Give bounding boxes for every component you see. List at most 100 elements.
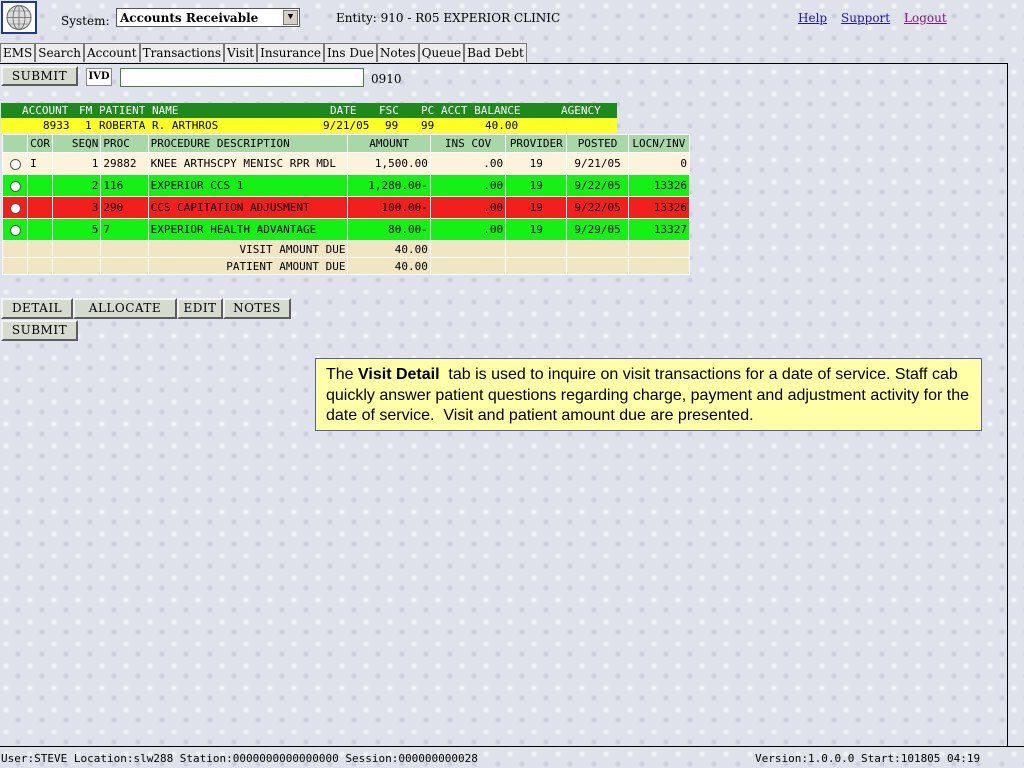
summary-label: VISIT AMOUNT DUE xyxy=(147,240,349,258)
cell-seqn: 5 xyxy=(52,218,102,241)
transactions-table: COR SEQN PROC PROCEDURE DESCRIPTION AMOU… xyxy=(1,134,691,275)
col-procedure-description: PROCEDURE DESCRIPTION xyxy=(147,134,349,153)
edit-button[interactable]: EDIT xyxy=(177,298,223,319)
note-prefix: The xyxy=(326,366,359,383)
patient-name: ROBERTA R. ARTHROS xyxy=(99,119,219,132)
transaction-row[interactable]: 2 116 EXPERIOR CCS 1 1,280.00- .00 19 9/… xyxy=(1,174,691,197)
tab-insurance[interactable]: Insurance xyxy=(257,43,324,62)
cell-locn: 13326 xyxy=(627,196,691,219)
row-select-radio[interactable] xyxy=(9,180,21,192)
transaction-row[interactable]: I 1 29882 KNEE ARTHSCPY MENISC RPR MDL 1… xyxy=(1,152,691,175)
header-date: DATE xyxy=(330,104,357,117)
cell-provider: 19 xyxy=(505,218,568,241)
cell-cor: I xyxy=(27,152,54,175)
cell-amount: 1,500.00 xyxy=(347,152,431,175)
cell-ins-cov: .00 xyxy=(429,218,507,241)
system-select[interactable]: Accounts Receivable ▼ xyxy=(116,8,300,27)
header-fsc: FSC xyxy=(379,104,399,117)
cell-desc: EXPERIOR HEALTH ADVANTAGE xyxy=(147,218,349,241)
tab-search[interactable]: Search xyxy=(35,43,84,62)
tab-bad-debt[interactable]: Bad Debt xyxy=(464,43,527,62)
tab-account[interactable]: Account xyxy=(83,43,140,62)
cell-posted: 9/22/05 xyxy=(566,196,629,219)
submit-button[interactable]: SUBMIT xyxy=(1,66,78,86)
cell-posted: 9/21/05 xyxy=(566,152,629,175)
cell-cor xyxy=(27,196,54,219)
logout-link[interactable]: Logout xyxy=(904,11,947,25)
tab-ems[interactable]: EMS xyxy=(0,43,36,62)
tab-ins-due[interactable]: Ins Due xyxy=(323,43,377,62)
cell-seqn: 1 xyxy=(52,152,102,175)
col-posted: POSTED xyxy=(566,134,629,153)
cell-proc: 116 xyxy=(100,174,149,197)
cell-amount: 100.00- xyxy=(347,196,431,219)
account-fsc: 99 xyxy=(385,119,399,132)
cell-locn: 13327 xyxy=(627,218,691,241)
detail-button[interactable]: DETAIL xyxy=(1,298,73,319)
allocate-button[interactable]: ALLOCATE xyxy=(73,298,177,319)
dropdown-arrow-icon[interactable]: ▼ xyxy=(283,10,298,25)
account-data-row[interactable]: 8933 1 ROBERTA R. ARTHROS 9/21/05 99 99 … xyxy=(1,118,617,133)
cell-proc: 29882 xyxy=(100,152,149,175)
entity-code-label: 0910 xyxy=(371,72,402,86)
header-pc: PC xyxy=(421,104,435,117)
status-session-info: User:STEVE Location:slw288 Station:00000… xyxy=(1,752,478,765)
row-select-radio[interactable] xyxy=(9,224,21,236)
tab-notes[interactable]: Notes xyxy=(376,43,419,62)
support-link[interactable]: Support xyxy=(841,11,890,25)
globe-logo-icon xyxy=(1,1,37,34)
col-amount: AMOUNT xyxy=(347,134,431,153)
cell-cor xyxy=(27,218,54,241)
transaction-row[interactable]: 3 290 CCS CAPITATION ADJUSMENT 100.00- .… xyxy=(1,196,691,219)
col-select xyxy=(1,134,29,153)
account-number: 8933 xyxy=(43,119,70,132)
col-locn-inv: LOCN/INV xyxy=(627,134,691,153)
col-proc: PROC xyxy=(100,134,149,153)
summary-value: 40.00 xyxy=(347,257,431,275)
cell-desc: EXPERIOR CCS 1 xyxy=(147,174,349,197)
cell-provider: 19 xyxy=(505,152,568,175)
account-header-row: ACCOUNT FM PATIENT NAME DATE FSC PC ACCT… xyxy=(1,103,617,118)
account-balance: 40.00 xyxy=(485,119,519,132)
cell-ins-cov: .00 xyxy=(429,152,507,175)
help-link[interactable]: Help xyxy=(798,11,827,25)
header-agency: AGENCY xyxy=(561,104,601,117)
tab-visit[interactable]: Visit xyxy=(224,43,258,62)
cell-proc: 7 xyxy=(100,218,149,241)
cell-desc: CCS CAPITATION ADJUSMENT xyxy=(147,196,349,219)
system-label: System: xyxy=(61,14,110,28)
tab-transactions[interactable]: Transactions xyxy=(139,43,225,62)
cell-cor xyxy=(27,174,54,197)
action-button-row: DETAIL ALLOCATE EDIT NOTES xyxy=(1,298,291,319)
tab-queue[interactable]: Queue xyxy=(418,43,465,62)
transactions-header-row: COR SEQN PROC PROCEDURE DESCRIPTION AMOU… xyxy=(1,134,691,153)
transaction-row[interactable]: 5 7 EXPERIOR HEALTH ADVANTAGE 80.00- .00… xyxy=(1,218,691,241)
ivd-button[interactable]: IVD xyxy=(86,68,112,86)
row-select-radio[interactable] xyxy=(9,158,21,170)
cell-provider: 19 xyxy=(505,174,568,197)
submit-button-bottom[interactable]: SUBMIT xyxy=(1,320,78,341)
command-input[interactable] xyxy=(120,68,364,87)
row-select-radio[interactable] xyxy=(9,202,21,214)
cell-desc: KNEE ARTHSCPY MENISC RPR MDL xyxy=(147,152,349,175)
cell-amount: 80.00- xyxy=(347,218,431,241)
account-date: 9/21/05 xyxy=(323,119,370,132)
cell-ins-cov: .00 xyxy=(429,196,507,219)
account-fm: 1 xyxy=(85,119,92,132)
cell-locn: 0 xyxy=(627,152,691,175)
col-cor: COR xyxy=(27,134,54,153)
info-callout: The Visit Detail tab is used to inquire … xyxy=(315,358,982,431)
tab-divider xyxy=(0,63,1008,64)
cell-proc: 290 xyxy=(100,196,149,219)
notes-button[interactable]: NOTES xyxy=(223,298,291,319)
col-provider: PROVIDER xyxy=(505,134,568,153)
header-fm: FM xyxy=(79,104,93,117)
note-bold: Visit Detail xyxy=(358,366,440,383)
cell-ins-cov: .00 xyxy=(429,174,507,197)
summary-label: PATIENT AMOUNT DUE xyxy=(147,257,349,275)
main-tab-bar: EMS Search Account Transactions Visit In… xyxy=(0,43,527,63)
frame-divider xyxy=(1007,63,1008,747)
summary-value: 40.00 xyxy=(347,240,431,258)
header-patient-name: PATIENT NAME xyxy=(99,104,179,117)
patient-amount-due-row: PATIENT AMOUNT DUE 40.00 xyxy=(1,257,691,275)
